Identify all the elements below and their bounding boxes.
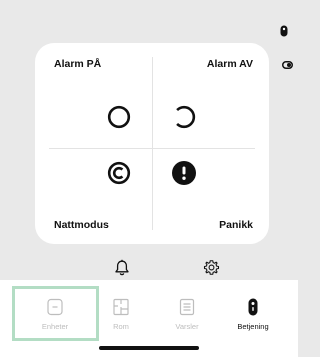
list-icon — [179, 298, 195, 316]
bell-icon[interactable] — [114, 259, 130, 276]
night-mode-button[interactable]: Nattmodus — [35, 148, 152, 244]
floorplan-icon — [113, 298, 129, 316]
alarm-off-label: Alarm AV — [206, 58, 253, 70]
toggle-status-icon — [282, 61, 293, 69]
nav-label-varsler: Varsler — [175, 322, 199, 331]
nav-item-varsler[interactable]: Varsler — [150, 280, 224, 340]
night-mode-icon — [107, 161, 131, 185]
panic-label: Panikk — [219, 219, 253, 231]
keyfob-status-icon — [280, 25, 288, 37]
nav-item-betjening[interactable]: Betjening — [216, 280, 290, 340]
circle-outline-icon — [107, 105, 131, 129]
home-indicator — [99, 346, 199, 350]
panic-button[interactable]: Panikk — [152, 148, 269, 244]
keyfob-icon — [248, 298, 258, 316]
night-mode-label: Nattmodus — [54, 219, 109, 231]
alarm-off-button[interactable]: Alarm AV — [152, 43, 269, 148]
nav-label-betjening: Betjening — [237, 322, 269, 331]
exclamation-icon — [172, 161, 196, 185]
selection-highlight — [12, 286, 99, 341]
alarm-on-label: Alarm PÅ — [54, 58, 102, 70]
alarm-control-card: Alarm PÅ Alarm AV Nattmodus Panikk — [35, 43, 269, 244]
alarm-on-button[interactable]: Alarm PÅ — [35, 43, 152, 148]
gear-icon[interactable] — [203, 259, 220, 276]
circle-partial-icon — [176, 105, 196, 129]
